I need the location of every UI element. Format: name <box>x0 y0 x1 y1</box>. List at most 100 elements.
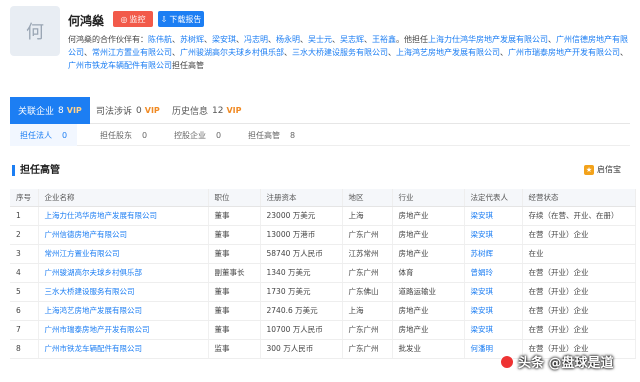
industry: 房地产业 <box>392 244 465 264</box>
tab-related-companies[interactable]: 关联企业 8 VIP <box>10 97 90 124</box>
download-report-button[interactable]: ⇩ 下载报告 <box>158 11 204 27</box>
tab-litigation[interactable]: 司法涉诉 0 VIP <box>96 97 160 124</box>
subtab-executive[interactable]: 担任高管 8 <box>248 124 295 146</box>
company-name-link[interactable]: 广州市瑞泰房地产开发有限公司 <box>38 320 209 340</box>
col-header: 职位 <box>208 189 261 207</box>
tab-history[interactable]: 历史信息 12 VIP <box>172 97 242 124</box>
region: 广东佛山 <box>342 282 393 302</box>
page: 何 何鸿燊 ◎ 监控 ⇩ 下载报告 何鸿燊的合作伙伴有：陈伟航、苏树辉、梁安琪、… <box>0 0 640 382</box>
legal-rep-link[interactable]: 梁安琪 <box>464 320 523 340</box>
row-index: 8 <box>10 339 39 359</box>
business-status: 在营（开业）企业 <box>522 301 636 321</box>
legal-rep-link[interactable]: 梁安琪 <box>464 206 523 226</box>
region: 广东广州 <box>342 320 393 340</box>
industry: 道路运输业 <box>392 282 465 302</box>
watermark-logo-icon <box>500 354 514 369</box>
registered-capital: 300 万人民币 <box>260 339 343 359</box>
position: 董事 <box>208 206 261 226</box>
partner-link[interactable]: 冯志明 <box>244 35 268 44</box>
main-tabs: 关联企业 8 VIP 司法涉诉 0 VIP 历史信息 12 VIP <box>10 97 630 124</box>
company-link[interactable]: 广州市铁龙车辆配件有限公司 <box>68 61 172 70</box>
company-link[interactable]: 三水大桥建设服务有限公司 <box>292 48 388 57</box>
legal-rep-link[interactable]: 曾娟玲 <box>464 263 523 283</box>
table-row: 5 三水大桥建设服务有限公司 董事 1730 万美元 广东佛山 道路运输业 梁安… <box>10 282 636 302</box>
monitor-button[interactable]: ◎ 监控 <box>113 11 153 27</box>
avatar: 何 <box>10 6 60 56</box>
table-row: 6 上海鸿艺房地产发展有限公司 董事 2740.6 万美元 上海 房地产业 梁安… <box>10 301 636 321</box>
region: 广东广州 <box>342 263 393 283</box>
company-name-link[interactable]: 广州信德房地产有限公司 <box>38 225 209 245</box>
partner-link[interactable]: 王裕鑫 <box>372 35 396 44</box>
registered-capital: 1730 万美元 <box>260 282 343 302</box>
person-name: 何鸿燊 <box>68 14 105 28</box>
legal-rep-link[interactable]: 梁安琪 <box>464 301 523 321</box>
position: 董事 <box>208 320 261 340</box>
table-header-row: 序号 企业名称 职位 注册资本 地区 行业 法定代表人 经营状态 <box>10 189 636 207</box>
row-index: 6 <box>10 301 39 321</box>
company-name-link[interactable]: 上海鸿艺房地产发展有限公司 <box>38 301 209 321</box>
qixinbao-logo-icon: ★ <box>584 164 594 175</box>
col-header: 行业 <box>392 189 465 207</box>
col-header: 地区 <box>342 189 393 207</box>
registered-capital: 1340 万美元 <box>260 263 343 283</box>
table-row: 1 上海力仕鸿华房地产发展有限公司 董事 23000 万美元 上海 房地产业 梁… <box>10 206 636 226</box>
executive-table: 序号 企业名称 职位 注册资本 地区 行业 法定代表人 经营状态 1 上海力仕鸿… <box>10 189 636 359</box>
download-icon: ⇩ <box>160 14 168 24</box>
subtab-holding[interactable]: 控股企业 0 <box>174 124 221 146</box>
partner-link[interactable]: 陈伟航 <box>148 35 172 44</box>
table-row: 4 广州骏湖高尔夫球乡村俱乐部 副董事长 1340 万美元 广东广州 体育 曾娟… <box>10 263 636 283</box>
company-link[interactable]: 常州江方置业有限公司 <box>92 48 172 57</box>
registered-capital: 23000 万美元 <box>260 206 343 226</box>
row-index: 5 <box>10 282 39 302</box>
section-title: 担任高管 <box>12 165 60 176</box>
position: 监事 <box>208 339 261 359</box>
table-row: 2 广州信德房地产有限公司 董事 13000 万港币 广东广州 房地产业 梁安琪… <box>10 225 636 245</box>
position: 董事 <box>208 282 261 302</box>
brand-badge: ★ 启信宝 <box>584 164 621 175</box>
company-name-link[interactable]: 广州市铁龙车辆配件有限公司 <box>38 339 209 359</box>
company-name-link[interactable]: 上海力仕鸿华房地产发展有限公司 <box>38 206 209 226</box>
company-link[interactable]: 广州骏湖高尔夫球乡村俱乐部 <box>180 48 284 57</box>
legal-rep-link[interactable]: 梁安琪 <box>464 282 523 302</box>
company-name-link[interactable]: 常州江方置业有限公司 <box>38 244 209 264</box>
col-header: 序号 <box>10 189 39 207</box>
partner-link[interactable]: 吴士元 <box>308 35 332 44</box>
table-row: 3 常州江方置业有限公司 董事 58740 万人民币 江苏常州 房地产业 苏树辉… <box>10 244 636 264</box>
row-index: 7 <box>10 320 39 340</box>
legal-rep-link[interactable]: 苏树辉 <box>464 244 523 264</box>
position: 董事 <box>208 225 261 245</box>
business-status: 在营（开业）企业 <box>522 320 636 340</box>
partners-text: 何鸿燊的合作伙伴有：陈伟航、苏树辉、梁安琪、冯志明、杨永明、吴士元、吴志辉、王裕… <box>68 35 628 70</box>
row-index: 2 <box>10 225 39 245</box>
position: 副董事长 <box>208 263 261 283</box>
legal-rep-link[interactable]: 梁安琪 <box>464 225 523 245</box>
partner-link[interactable]: 吴志辉 <box>340 35 364 44</box>
partner-link[interactable]: 杨永明 <box>276 35 300 44</box>
industry: 房地产业 <box>392 225 465 245</box>
industry: 房地产业 <box>392 206 465 226</box>
company-link[interactable]: 上海鸿艺房地产发展有限公司 <box>396 48 500 57</box>
industry: 体育 <box>392 263 465 283</box>
industry: 房地产业 <box>392 301 465 321</box>
business-status: 存续（在营、开业、在册） <box>522 206 636 226</box>
watermark: 头条 @盘球是道 <box>500 352 614 371</box>
col-header: 经营状态 <box>522 189 636 207</box>
company-name-link[interactable]: 三水大桥建设服务有限公司 <box>38 282 209 302</box>
business-status: 在业 <box>522 244 636 264</box>
position: 董事 <box>208 244 261 264</box>
company-link[interactable]: 上海力仕鸿华房地产发展有限公司 <box>428 35 548 44</box>
partner-link[interactable]: 梁安琪 <box>212 35 236 44</box>
company-name-link[interactable]: 广州骏湖高尔夫球乡村俱乐部 <box>38 263 209 283</box>
col-header: 法定代表人 <box>464 189 523 207</box>
business-status: 在营（开业）企业 <box>522 263 636 283</box>
subtab-legal-rep[interactable]: 担任法人 0 <box>10 124 78 146</box>
registered-capital: 13000 万港币 <box>260 225 343 245</box>
company-link[interactable]: 广州市瑞泰房地产开发有限公司 <box>508 48 620 57</box>
partner-link[interactable]: 苏树辉 <box>180 35 204 44</box>
sub-tabs: 担任法人 0 担任股东 0 控股企业 0 担任高管 8 <box>10 124 630 146</box>
business-status: 在营（开业）企业 <box>522 282 636 302</box>
region: 上海 <box>342 206 393 226</box>
position: 董事 <box>208 301 261 321</box>
table-row: 7 广州市瑞泰房地产开发有限公司 董事 10700 万人民币 广东广州 房地产业… <box>10 320 636 340</box>
subtab-shareholder[interactable]: 担任股东 0 <box>100 124 147 146</box>
